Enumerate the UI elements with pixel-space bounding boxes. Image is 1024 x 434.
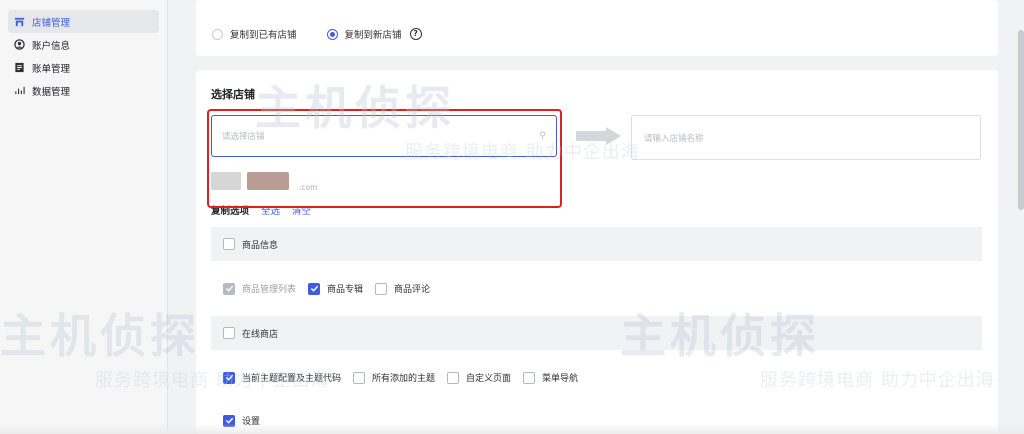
checkbox-label: 商品评论 [394,285,431,295]
checkbox-online-store-group[interactable]: 在线商店 [223,327,278,340]
checkbox-current-theme[interactable]: 当前主题配置及主题代码 [223,371,341,384]
online-store-options: 当前主题配置及主题代码 所有添加的主题 自定义页面 菜单导航 [223,371,590,384]
checkbox-label: 设置 [242,417,261,427]
checkbox-label: 商品信息 [242,240,279,251]
copy-options-label: 复制选项 [211,206,250,217]
store-icon [12,15,26,29]
checkbox-box [447,371,460,384]
checkbox-label: 自定义页面 [466,374,512,384]
group-header-products: 商品信息 [211,227,982,261]
store-select-placeholder: 请选择店铺 [222,132,265,142]
radio-dot [326,28,338,40]
help-circle-icon[interactable]: ? [409,28,422,40]
group-header-online-store: 在线商店 [211,316,982,350]
checkbox-box [223,371,235,384]
scrollbar[interactable] [1018,30,1024,210]
sidebar-item-bill[interactable]: 账单管理 [8,56,159,79]
checkbox-menu-navigation[interactable]: 菜单导航 [523,371,578,384]
radio-copy-existing[interactable]: 复制到已有店铺 [212,27,297,41]
products-options: 商品管理列表 商品专辑 商品评论 [223,282,442,295]
checkbox-box [353,371,366,384]
checkbox-label: 所有添加的主题 [372,374,436,384]
dropdown-store-option[interactable]: .com [211,168,361,194]
sidebar-item-label: 账户信息 [32,40,71,52]
checkbox-label: 在线商店 [242,329,279,340]
radio-label: 复制到已有店铺 [230,30,297,41]
checkbox-box [223,327,235,339]
checkbox-product-collection[interactable]: 商品专辑 [308,282,363,295]
copy-mode-options: 复制到已有店铺 复制到新店铺 ? [212,27,422,41]
main-content: 复制到已有店铺 复制到新店铺 ? 选择店铺 请选择店铺 ⚲ 请输入店铺名称 .c… [168,0,1024,434]
select-store-card: 选择店铺 请选择店铺 ⚲ 请输入店铺名称 .com 复制选项 全选 清空 商品信 [196,70,998,434]
checkbox-label: 菜单导航 [542,374,579,384]
sidebar-item-data[interactable]: 数据管理 [8,79,159,102]
checkbox-custom-pages[interactable]: 自定义页面 [447,371,511,384]
checkbox-box [523,371,536,384]
sidebar-item-label: 店铺管理 [32,17,71,29]
select-all-link[interactable]: 全选 [261,203,280,217]
checkbox-label: 商品管理列表 [242,285,297,295]
store-select[interactable]: 请选择店铺 ⚲ [211,115,557,157]
checkbox-box [223,414,235,427]
checkbox-all-themes[interactable]: 所有添加的主题 [353,371,435,384]
radio-copy-new[interactable]: 复制到新店铺 [326,27,402,41]
section-title: 选择店铺 [211,88,255,101]
chart-icon [12,84,26,98]
redacted-store-name [247,172,289,190]
copy-mode-card: 复制到已有店铺 复制到新店铺 ? [196,0,998,56]
sidebar-item-account[interactable]: 账户信息 [8,33,159,56]
sidebar-item-label: 数据管理 [32,86,71,98]
checkbox-box [308,282,321,295]
settings-option: 设置 [223,414,272,427]
checkbox-box [223,238,235,250]
store-name-placeholder: 请输入店铺名称 [644,133,704,144]
radio-dot [212,28,223,40]
bill-icon [12,61,26,75]
redacted-store-name [211,172,241,190]
copy-options-row: 复制选项 全选 清空 [211,203,311,217]
sidebar: 店铺管理 账户信息 账单管理 数据管理 [0,0,168,434]
checkbox-box [223,282,235,295]
store-domain: .com [299,183,318,192]
radio-label: 复制到新店铺 [344,30,402,41]
arrow-right-icon [576,127,621,145]
account-icon [12,38,26,52]
checkbox-settings[interactable]: 设置 [223,414,260,427]
checkbox-products-group[interactable]: 商品信息 [223,238,278,251]
checkbox-label: 当前主题配置及主题代码 [242,374,342,384]
store-name-input[interactable]: 请输入店铺名称 [631,115,981,160]
checkbox-box [375,282,388,295]
checkbox-product-list: 商品管理列表 [223,282,296,295]
search-icon: ⚲ [539,131,546,141]
sidebar-item-label: 账单管理 [32,63,71,75]
checkbox-product-reviews[interactable]: 商品评论 [375,282,430,295]
sidebar-item-store[interactable]: 店铺管理 [8,10,159,33]
clear-link[interactable]: 清空 [292,203,311,217]
checkbox-label: 商品专辑 [327,285,364,295]
